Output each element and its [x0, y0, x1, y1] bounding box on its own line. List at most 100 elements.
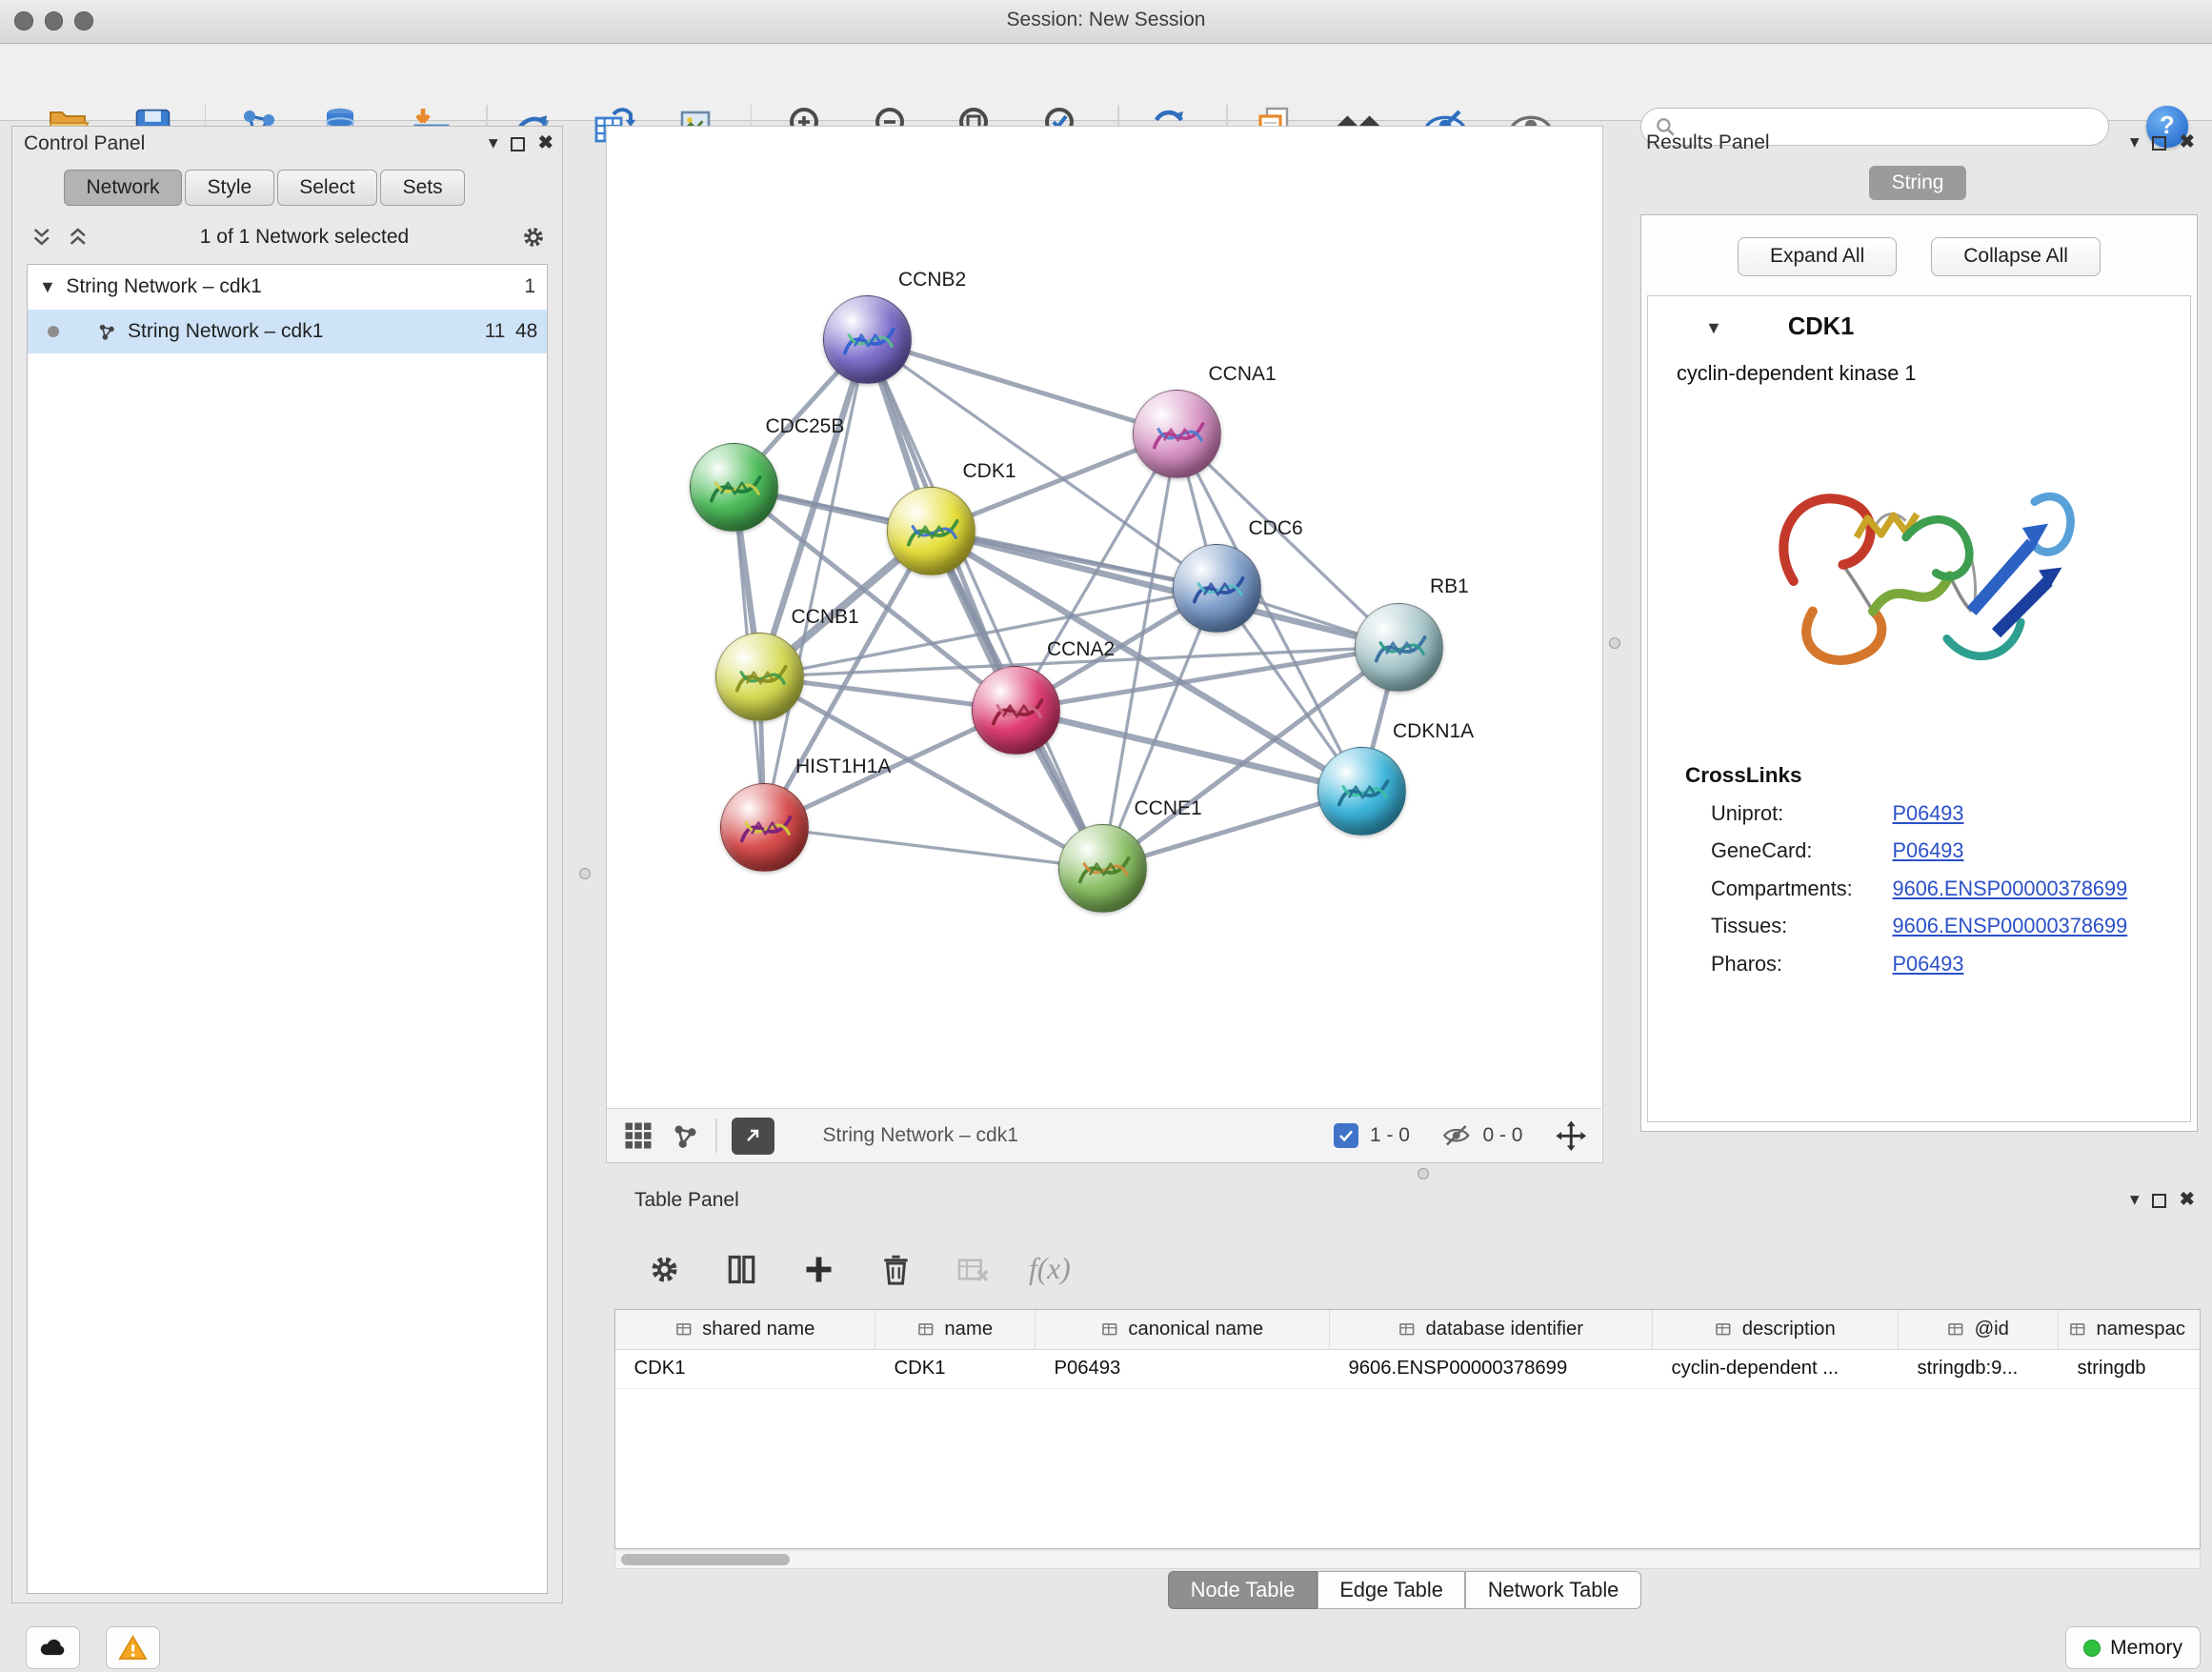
network-row-label: String Network – cdk1 — [128, 320, 323, 343]
network-share-icon — [96, 321, 118, 343]
panel-close-icon[interactable]: ✖ — [538, 134, 553, 153]
tab-style[interactable]: Style — [185, 170, 274, 206]
table-horizontal-scrollbar[interactable] — [614, 1551, 2201, 1569]
expand-all-icon[interactable] — [66, 225, 90, 250]
left-splitter-handle[interactable] — [579, 868, 591, 879]
network-nodes: CCNB2CCNA1CDC25BCDK1CDC6RB1CCNB1CCNA2CDK… — [607, 127, 1601, 1107]
gene-name: CDK1 — [1788, 313, 1854, 341]
cloud-icon — [37, 1632, 69, 1663]
tissues-link[interactable]: 9606.ENSP00000378699 — [1893, 914, 2128, 938]
network-canvas[interactable]: CCNB2CCNA1CDC25BCDK1CDC6RB1CCNB1CCNA2CDK… — [607, 127, 1601, 1107]
column-header[interactable]: canonical name — [1036, 1310, 1330, 1349]
network-collection-row[interactable]: ▼ String Network – cdk1 1 — [28, 265, 547, 310]
show-columns-button[interactable] — [720, 1248, 763, 1291]
tab-sets[interactable]: Sets — [380, 170, 465, 206]
memory-status-icon — [2083, 1640, 2101, 1657]
results-close-icon[interactable]: ✖ — [2180, 133, 2195, 152]
genecard-link[interactable]: P06493 — [1893, 838, 1964, 863]
grid-view-icon[interactable] — [621, 1118, 655, 1153]
memory-label: Memory — [2110, 1637, 2182, 1660]
warnings-button[interactable] — [106, 1626, 160, 1669]
cell-id[interactable]: stringdb:9... — [1899, 1350, 2059, 1389]
network-node-ccnb2[interactable] — [823, 295, 912, 384]
network-row[interactable]: String Network – cdk1 11 48 — [28, 310, 547, 354]
node-label-ccnb2: CCNB2 — [898, 269, 966, 292]
cell-shared-name[interactable]: CDK1 — [615, 1350, 875, 1389]
column-header[interactable]: name — [875, 1310, 1036, 1349]
network-node-cdk1[interactable] — [887, 487, 975, 575]
collapse-all-button[interactable]: Collapse All — [1931, 237, 2101, 276]
cell-name[interactable]: CDK1 — [875, 1350, 1036, 1389]
cloud-status-button[interactable] — [26, 1626, 80, 1669]
hidden-eye-slash-icon[interactable] — [1441, 1120, 1472, 1151]
tab-network[interactable]: Network — [64, 170, 182, 206]
cell-canonical-name[interactable]: P06493 — [1036, 1350, 1330, 1389]
tab-node-table[interactable]: Node Table — [1168, 1571, 1317, 1609]
selected-checkbox-icon[interactable] — [1334, 1123, 1358, 1148]
compartments-link[interactable]: 9606.ENSP00000378699 — [1893, 876, 2128, 901]
expand-all-button[interactable]: Expand All — [1738, 237, 1897, 276]
table-header-row: shared name name canonical name database… — [615, 1310, 2200, 1350]
table-float-icon[interactable] — [2152, 1194, 2166, 1208]
network-node-cdkn1a[interactable] — [1317, 747, 1406, 836]
table-close-icon[interactable]: ✖ — [2180, 1191, 2195, 1210]
results-float-icon[interactable] — [2152, 136, 2166, 151]
panel-float-icon[interactable] — [511, 137, 525, 151]
protein-ribbon-icon — [1174, 545, 1262, 634]
table-row[interactable]: CDK1 CDK1 P06493 9606.ENSP00000378699 cy… — [615, 1350, 2200, 1390]
network-node-cdc25b[interactable] — [690, 443, 778, 532]
network-node-cdc6[interactable] — [1173, 544, 1261, 633]
results-panel-title: Results Panel — [1646, 131, 1770, 154]
network-node-ccna1[interactable] — [1133, 390, 1221, 478]
function-builder-button[interactable]: f(x) — [1029, 1252, 1071, 1286]
clear-table-button[interactable] — [952, 1248, 995, 1291]
birdseye-view-icon[interactable] — [670, 1120, 701, 1152]
gear-icon — [646, 1251, 683, 1288]
network-node-ccnb1[interactable] — [715, 633, 804, 721]
crosslink-label: GeneCard: — [1711, 838, 1893, 863]
horizontal-splitter-handle[interactable] — [1418, 1168, 1429, 1179]
network-node-ccne1[interactable] — [1058, 824, 1147, 913]
tab-select[interactable]: Select — [277, 170, 377, 206]
delete-column-button[interactable] — [875, 1248, 917, 1291]
tab-string[interactable]: String — [1869, 166, 1967, 200]
protein-ribbon-icon — [824, 296, 913, 385]
table-collapse-icon[interactable]: ▾ — [2130, 1191, 2140, 1210]
control-panel: Control Panel ▾ ✖ Network Style Select S… — [11, 126, 563, 1603]
table-settings-button[interactable] — [643, 1248, 686, 1291]
column-header[interactable]: @id — [1899, 1310, 2059, 1349]
cell-description[interactable]: cyclin-dependent ... — [1653, 1350, 1899, 1389]
open-in-window-button[interactable] — [732, 1118, 774, 1155]
column-header[interactable]: description — [1653, 1310, 1899, 1349]
section-collapse-icon[interactable]: ▼ — [1705, 319, 1722, 336]
trash-icon — [877, 1251, 915, 1288]
pan-move-icon[interactable] — [1555, 1119, 1588, 1153]
node-label-cdc25b: CDC25B — [766, 415, 845, 438]
memory-button[interactable]: Memory — [2065, 1626, 2201, 1669]
gene-description: cyclin-dependent kinase 1 — [1648, 341, 2190, 386]
scrollbar-thumb[interactable] — [621, 1554, 790, 1565]
crosslink-label: Pharos: — [1711, 952, 1893, 977]
network-node-rb1[interactable] — [1355, 603, 1443, 692]
network-node-ccna2[interactable] — [972, 666, 1060, 755]
tree-expand-icon[interactable]: ▼ — [39, 278, 56, 295]
cell-namespace[interactable]: stringdb — [2059, 1350, 2196, 1389]
table-panel-title: Table Panel — [634, 1189, 739, 1212]
cell-database-identifier[interactable]: 9606.ENSP00000378699 — [1330, 1350, 1653, 1389]
pharos-link[interactable]: P06493 — [1893, 952, 1964, 977]
tab-network-table[interactable]: Network Table — [1465, 1571, 1640, 1609]
network-node-hist1h1a[interactable] — [720, 783, 809, 872]
node-label-cdk1: CDK1 — [963, 460, 1016, 483]
gear-icon[interactable] — [519, 223, 548, 252]
right-splitter-handle[interactable] — [1609, 637, 1620, 649]
column-header[interactable]: database identifier — [1330, 1310, 1653, 1349]
collapse-all-icon[interactable] — [30, 225, 54, 250]
results-panel: Results Panel ▾ ✖ String Expand All Coll… — [1632, 126, 2203, 1163]
column-header[interactable]: shared name — [615, 1310, 875, 1349]
uniprot-link[interactable]: P06493 — [1893, 801, 1964, 826]
tab-edge-table[interactable]: Edge Table — [1317, 1571, 1465, 1609]
column-header[interactable]: namespac — [2059, 1310, 2196, 1349]
add-column-button[interactable] — [797, 1248, 840, 1291]
panel-collapse-icon[interactable]: ▾ — [489, 134, 498, 153]
results-collapse-icon[interactable]: ▾ — [2130, 133, 2140, 152]
